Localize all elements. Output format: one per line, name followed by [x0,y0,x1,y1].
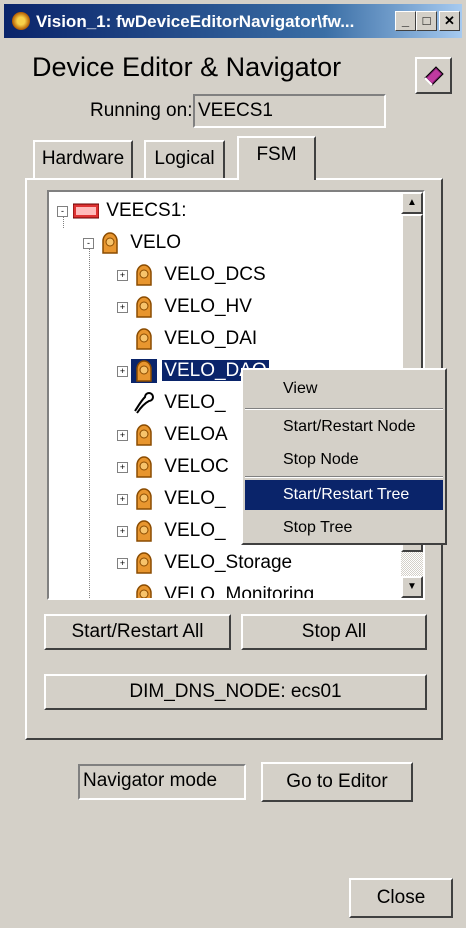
context-menu: View Start/Restart Node Stop Node Start/… [241,368,447,545]
expand-icon[interactable]: + [117,270,128,281]
window: Vision_1: fwDeviceEditorNavigator\fw... … [0,0,466,928]
tree-item-velo-a[interactable]: + VELO_ [117,486,228,512]
tree-item-label: VELO_ [164,520,226,541]
tree-item-label: VELO_Storage [164,552,293,573]
tree-item-velo-b[interactable]: + VELO_ [117,518,228,544]
expand-icon[interactable]: + [117,558,128,569]
scroll-down-arrow-icon[interactable]: ▼ [401,576,423,598]
tab-hardware[interactable]: Hardware [33,140,133,178]
tree-root-row[interactable]: - VEECS1: [57,198,189,224]
fsm-node-icon [136,488,152,510]
menu-separator [245,408,443,410]
tree-item-velo[interactable]: - VELO [83,230,183,256]
app-title: Device Editor & Navigator [32,52,342,82]
running-on-field: VEECS1 [193,94,386,128]
tree-item-label: VELOA [164,424,228,445]
fsm-node-icon [136,520,152,542]
tree-item-label: VELO_Monitoring [164,584,315,600]
fsm-node-icon [102,232,118,254]
tree-item-veloc[interactable]: + VELOC [117,454,231,480]
running-on-label: Running on: [90,100,193,121]
close-button[interactable]: Close [349,878,453,918]
go-to-editor-button[interactable]: Go to Editor [261,762,413,802]
start-restart-all-button[interactable]: Start/Restart All [44,614,231,650]
expand-icon[interactable]: + [117,526,128,537]
tree-item-label: VELO_ [164,392,226,413]
computer-node-icon [73,203,99,219]
vision-app-icon [12,12,30,30]
tree-item-label: VELO [130,232,181,253]
collapse-icon[interactable]: - [83,238,94,249]
tree-item-velo-hv[interactable]: + VELO_HV [117,294,254,320]
close-window-button[interactable]: ✕ [439,11,460,31]
menu-item-start-restart-node[interactable]: Start/Restart Node [245,412,443,442]
fsm-node-icon [136,584,152,598]
expand-icon[interactable]: + [117,494,128,505]
title-bar[interactable]: Vision_1: fwDeviceEditorNavigator\fw... … [4,4,462,38]
menu-item-stop-tree[interactable]: Stop Tree [245,513,443,543]
tree-item-velo-dcs[interactable]: + VELO_DCS [117,262,268,288]
fsm-node-icon [136,424,152,446]
minimize-button[interactable]: _ [395,11,416,31]
fsm-node-icon [136,296,152,318]
fsm-node-icon [131,358,157,383]
fsm-node-icon [136,552,152,574]
expand-icon[interactable]: + [117,430,128,441]
menu-item-view[interactable]: View [245,374,443,404]
menu-separator [245,476,443,478]
fsm-node-icon [136,328,152,350]
help-book-button[interactable] [415,57,452,94]
dim-dns-node-button[interactable]: DIM_DNS_NODE: ecs01 [44,674,427,710]
book-icon [424,66,444,86]
device-unit-icon [134,392,154,414]
tree-item-veloa[interactable]: + VELOA [117,422,230,448]
tree-item-velo-device[interactable]: VELO_ [117,390,228,416]
fsm-node-icon [136,264,152,286]
tree-item-label: VELO_HV [164,296,252,317]
tree-item-label: VELO_DAI [164,328,258,349]
menu-item-stop-node[interactable]: Stop Node [245,445,443,475]
tree-item-label: VELO_DCS [164,264,266,285]
tab-logical[interactable]: Logical [144,140,225,178]
tree-item-velo-dai[interactable]: VELO_DAI [117,326,259,352]
maximize-button[interactable]: □ [416,11,437,31]
expand-icon[interactable]: + [117,302,128,313]
mode-field: Navigator mode [78,764,246,800]
expand-icon[interactable]: + [117,462,128,473]
fsm-node-icon [136,456,152,478]
tab-fsm[interactable]: FSM [237,136,316,180]
scroll-up-arrow-icon[interactable]: ▲ [401,192,423,214]
menu-item-start-restart-tree[interactable]: Start/Restart Tree [245,480,443,510]
tree-root-label: VEECS1: [106,200,187,221]
window-title: Vision_1: fwDeviceEditorNavigator\fw... [36,12,355,31]
tree-item-velo-monitoring[interactable]: VELO_Monitoring [117,582,316,600]
expand-icon[interactable]: + [117,366,128,377]
tree-item-label: VELO_ [164,488,226,509]
tree-item-label: VELOC [164,456,229,477]
stop-all-button[interactable]: Stop All [241,614,427,650]
tree-item-velo-storage[interactable]: + VELO_Storage [117,550,294,576]
collapse-icon[interactable]: - [57,206,68,217]
